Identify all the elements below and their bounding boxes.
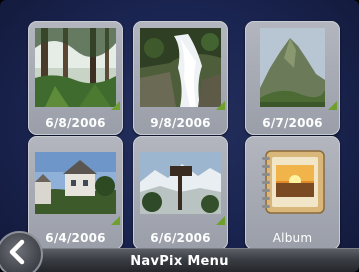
corner-flag bbox=[111, 101, 120, 110]
photo-tile-3[interactable]: 6/7/2006 bbox=[245, 21, 340, 135]
photo-thumbnail-house bbox=[35, 152, 116, 214]
photo-thumbnail-waterfall bbox=[140, 28, 221, 107]
navpix-screen: 6/8/2006 9/8/2006 6/7/2006 6/4/2006 6/6/… bbox=[0, 0, 359, 272]
menu-title: NavPix Menu bbox=[130, 254, 229, 269]
photo-date-label: 6/6/2006 bbox=[150, 231, 211, 245]
photo-date-label: 6/4/2006 bbox=[45, 231, 106, 245]
album-label: Album bbox=[272, 231, 313, 245]
photo-thumbnail-mountain bbox=[260, 28, 325, 107]
corner-flag bbox=[216, 101, 225, 110]
photo-tile-4[interactable]: 6/4/2006 bbox=[28, 136, 123, 250]
chevron-left-icon bbox=[9, 239, 25, 265]
corner-flag bbox=[216, 216, 225, 225]
photo-tile-5[interactable]: 6/6/2006 bbox=[133, 136, 228, 250]
corner-flag bbox=[328, 101, 337, 110]
album-icon bbox=[258, 147, 328, 219]
corner-flag bbox=[111, 216, 120, 225]
photo-date-label: 6/7/2006 bbox=[262, 116, 323, 130]
album-tile[interactable]: Album bbox=[245, 136, 340, 250]
photo-tile-1[interactable]: 6/8/2006 bbox=[28, 21, 123, 135]
photo-thumbnail-signpost bbox=[140, 152, 221, 214]
photo-thumbnail-forest bbox=[35, 28, 116, 107]
photo-date-label: 6/8/2006 bbox=[45, 116, 106, 130]
photo-date-label: 9/8/2006 bbox=[150, 116, 211, 130]
photo-tile-2[interactable]: 9/8/2006 bbox=[133, 21, 228, 135]
bottom-bar: NavPix Menu bbox=[0, 248, 359, 272]
